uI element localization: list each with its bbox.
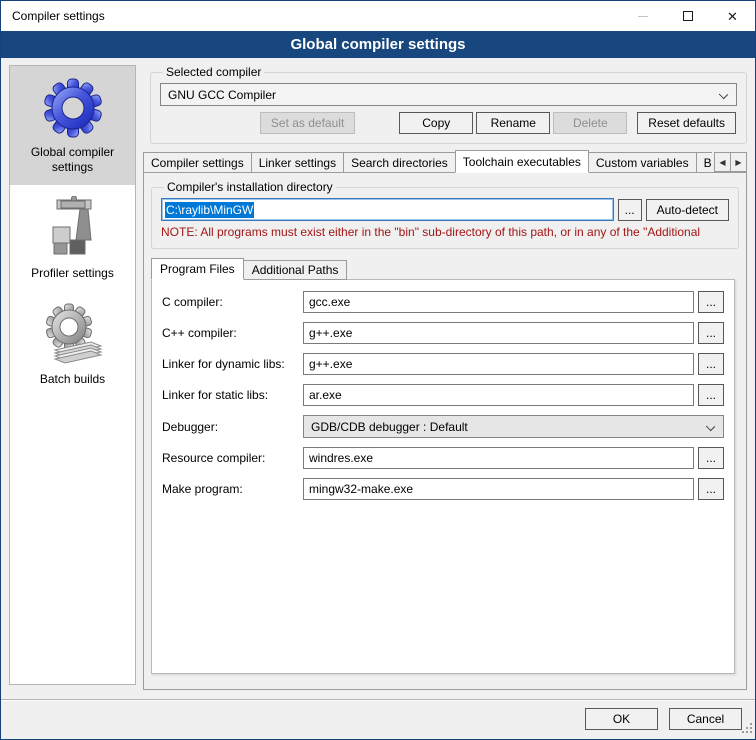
triangle-right-icon: ▶: [735, 158, 741, 167]
selected-compiler-legend: Selected compiler: [163, 65, 264, 79]
dialog-footer: OK Cancel: [1, 699, 755, 739]
main-panel: Selected compiler GNU GCC Compiler Set a…: [143, 65, 747, 690]
sidebar-item-label: Batch builds: [14, 372, 131, 387]
dialog-banner: Global compiler settings: [1, 31, 755, 58]
make-program-label: Make program:: [162, 482, 303, 496]
gray-gear-stack-icon: [41, 302, 105, 366]
static-linker-row: Linker for static libs: ...: [162, 384, 724, 406]
compiler-buttons-row: Set as default Copy Rename Delete Reset …: [160, 112, 737, 134]
window-controls: ✕: [620, 1, 755, 31]
tab-linker-settings[interactable]: Linker settings: [251, 152, 344, 173]
close-icon: ✕: [727, 10, 738, 23]
selected-path-text: C:\raylib\MinGW: [165, 202, 254, 218]
ok-button[interactable]: OK: [585, 708, 658, 730]
sidebar-item-profiler-settings[interactable]: Profiler settings: [10, 187, 135, 291]
make-program-browse-button[interactable]: ...: [698, 478, 724, 500]
compiler-settings-window: Compiler settings ✕ Global compiler sett…: [0, 0, 756, 740]
tab-compiler-settings[interactable]: Compiler settings: [143, 152, 252, 173]
installation-directory-row: C:\raylib\MinGW ... Auto-detect: [161, 198, 729, 221]
program-files-page: C compiler: ... C++ compiler: ... Linker…: [151, 279, 735, 674]
tab-search-directories[interactable]: Search directories: [343, 152, 456, 173]
chevron-down-icon: [719, 90, 728, 99]
sidebar-item-global-compiler-settings[interactable]: Global compiler settings: [10, 66, 135, 185]
c-compiler-browse-button[interactable]: ...: [698, 291, 724, 313]
triangle-left-icon: ◀: [719, 158, 725, 167]
resource-compiler-input[interactable]: [303, 447, 694, 469]
tab-program-files[interactable]: Program Files: [151, 258, 244, 280]
resize-grip[interactable]: [742, 723, 753, 737]
sidebar-item-label: Global compiler settings: [14, 145, 131, 175]
blue-gear-icon: [41, 75, 105, 139]
tab-scroll-buttons: ◀ ▶: [712, 152, 747, 172]
debugger-label: Debugger:: [162, 420, 303, 434]
compiler-select-value: GNU GCC Compiler: [168, 88, 276, 102]
copy-button[interactable]: Copy: [399, 112, 473, 134]
titlebar[interactable]: Compiler settings ✕: [1, 1, 755, 31]
cancel-button[interactable]: Cancel: [669, 708, 742, 730]
maximize-button[interactable]: [665, 1, 710, 31]
tab-scroll-left-button[interactable]: ◀: [714, 152, 731, 172]
resource-compiler-browse-button[interactable]: ...: [698, 447, 724, 469]
cpp-compiler-row: C++ compiler: ...: [162, 322, 724, 344]
reset-defaults-button[interactable]: Reset defaults: [637, 112, 736, 134]
close-button[interactable]: ✕: [710, 1, 755, 31]
static-linker-browse-button[interactable]: ...: [698, 384, 724, 406]
window-title: Compiler settings: [1, 9, 105, 23]
category-sidebar: Global compiler settings: [9, 65, 136, 685]
tab-scroll-right-button[interactable]: ▶: [730, 152, 747, 172]
set-as-default-button[interactable]: Set as default: [260, 112, 355, 134]
cpp-compiler-browse-button[interactable]: ...: [698, 322, 724, 344]
installation-directory-group: Compiler's installation directory C:\ray…: [151, 180, 739, 249]
debugger-select-value: GDB/CDB debugger : Default: [311, 420, 468, 434]
dynamic-linker-row: Linker for dynamic libs: ...: [162, 353, 724, 375]
tab-additional-paths[interactable]: Additional Paths: [243, 260, 348, 280]
debugger-row: Debugger: GDB/CDB debugger : Default: [162, 415, 724, 438]
static-linker-input[interactable]: [303, 384, 694, 406]
installation-directory-input[interactable]: C:\raylib\MinGW: [161, 198, 614, 221]
resource-compiler-label: Resource compiler:: [162, 451, 303, 465]
sidebar-item-batch-builds[interactable]: Batch builds: [10, 293, 135, 397]
dialog-body: Global compiler settings: [1, 58, 755, 699]
installation-directory-legend: Compiler's installation directory: [164, 180, 336, 194]
dynamic-linker-label: Linker for dynamic libs:: [162, 357, 303, 371]
chevron-down-icon: [706, 422, 715, 431]
selected-compiler-group: Selected compiler GNU GCC Compiler Set a…: [150, 65, 747, 144]
auto-detect-button[interactable]: Auto-detect: [646, 199, 729, 221]
rename-button[interactable]: Rename: [476, 112, 550, 134]
dynamic-linker-input[interactable]: [303, 353, 694, 375]
maximize-icon: [683, 11, 693, 21]
browse-directory-button[interactable]: ...: [618, 199, 642, 221]
toolchain-executables-page: Compiler's installation directory C:\ray…: [143, 172, 747, 690]
tab-custom-variables[interactable]: Custom variables: [588, 152, 697, 173]
sidebar-item-label: Profiler settings: [14, 266, 131, 281]
c-compiler-input[interactable]: [303, 291, 694, 313]
tab-toolchain-executables[interactable]: Toolchain executables: [455, 150, 589, 173]
c-compiler-row: C compiler: ...: [162, 291, 724, 313]
bin-subdirectory-note: NOTE: All programs must exist either in …: [161, 225, 729, 239]
cpp-compiler-input[interactable]: [303, 322, 694, 344]
resource-compiler-row: Resource compiler: ...: [162, 447, 724, 469]
caliper-icon: [41, 196, 105, 260]
compiler-select[interactable]: GNU GCC Compiler: [160, 83, 737, 106]
cpp-compiler-label: C++ compiler:: [162, 326, 303, 340]
delete-button[interactable]: Delete: [553, 112, 627, 134]
dynamic-linker-browse-button[interactable]: ...: [698, 353, 724, 375]
minimize-button[interactable]: [620, 1, 665, 31]
static-linker-label: Linker for static libs:: [162, 388, 303, 402]
make-program-row: Make program: ...: [162, 478, 724, 500]
c-compiler-label: C compiler:: [162, 295, 303, 309]
main-tabstrip: Compiler settings Linker settings Search…: [143, 150, 747, 173]
program-files-tabstrip: Program Files Additional Paths: [151, 258, 739, 280]
minimize-icon: [638, 16, 648, 17]
debugger-select[interactable]: GDB/CDB debugger : Default: [303, 415, 724, 438]
make-program-input[interactable]: [303, 478, 694, 500]
